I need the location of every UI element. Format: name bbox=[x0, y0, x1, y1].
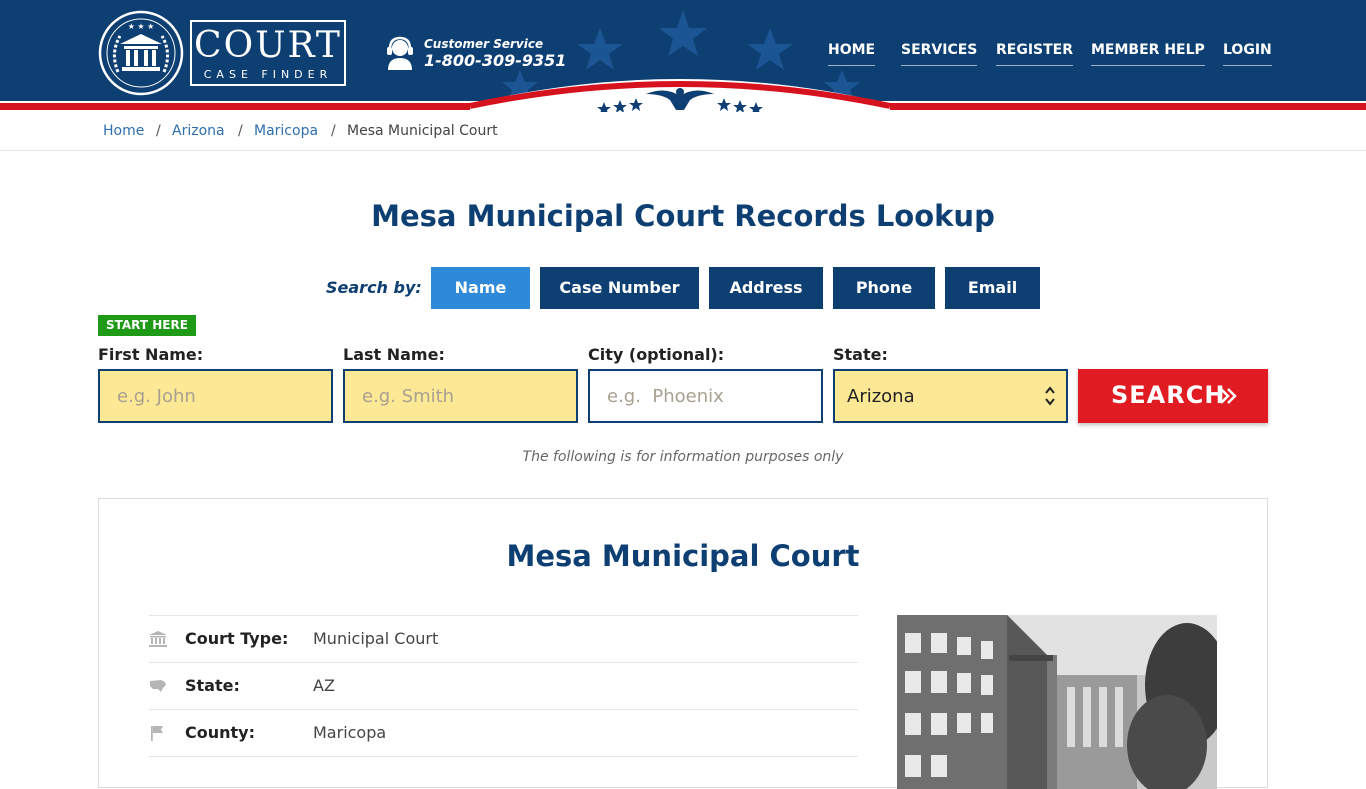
breadcrumb-maricopa[interactable]: Maricopa bbox=[254, 123, 318, 139]
first-name-input[interactable] bbox=[98, 369, 333, 423]
county-row: County: Maricopa bbox=[149, 709, 858, 756]
city-input[interactable] bbox=[588, 369, 823, 423]
logo-wordmark: COURT CASE FINDER bbox=[190, 20, 346, 86]
start-here-badge: START HERE bbox=[98, 315, 196, 336]
breadcrumb: Home / Arizona / Maricopa / Mesa Municip… bbox=[0, 112, 1366, 151]
court-info-card: Mesa Municipal Court Court Type: Municip… bbox=[98, 498, 1268, 789]
court-type-value: Municipal Court bbox=[313, 629, 439, 648]
select-arrows-icon bbox=[1045, 386, 1055, 406]
customer-service[interactable]: Customer Service 1-800-309-9351 bbox=[386, 36, 566, 72]
state-key: State: bbox=[185, 676, 240, 695]
court-building-photo bbox=[897, 615, 1217, 789]
nav-register[interactable]: REGISTER bbox=[996, 42, 1074, 66]
tab-address[interactable]: Address bbox=[709, 267, 823, 309]
court-type-row: Court Type: Municipal Court bbox=[149, 615, 858, 662]
nav-services[interactable]: SERVICES bbox=[901, 42, 978, 66]
county-key: County: bbox=[185, 723, 255, 742]
tab-name[interactable]: Name bbox=[431, 267, 530, 309]
tab-email[interactable]: Email bbox=[945, 267, 1040, 309]
breadcrumb-separator: / bbox=[331, 123, 336, 139]
double-chevron-right-icon bbox=[1220, 388, 1237, 404]
state-value: AZ bbox=[313, 676, 335, 695]
us-map-icon bbox=[150, 680, 166, 692]
last-name-input[interactable] bbox=[343, 369, 578, 423]
logo-subtitle-text: CASE FINDER bbox=[203, 68, 333, 81]
breadcrumb-home[interactable]: Home bbox=[103, 123, 144, 139]
tab-phone[interactable]: Phone bbox=[833, 267, 935, 309]
customer-service-label: Customer Service bbox=[424, 37, 544, 51]
page-title: Mesa Municipal Court Records Lookup bbox=[371, 199, 995, 233]
state-select-value: Arizona bbox=[847, 386, 915, 407]
logo-court-text: COURT bbox=[194, 25, 342, 66]
breadcrumb-separator: / bbox=[238, 123, 243, 139]
breadcrumb-separator: / bbox=[156, 123, 161, 139]
nav-home[interactable]: HOME bbox=[828, 42, 876, 66]
first-name-label: First Name: bbox=[98, 345, 204, 364]
state-label: State: bbox=[833, 345, 888, 364]
court-title: Mesa Municipal Court bbox=[506, 539, 860, 573]
courthouse-icon bbox=[149, 631, 167, 647]
breadcrumb-current: Mesa Municipal Court bbox=[347, 123, 498, 139]
tab-case-number[interactable]: Case Number bbox=[540, 267, 699, 309]
last-name-label: Last Name: bbox=[343, 345, 445, 364]
nav-member-help[interactable]: MEMBER HELP bbox=[1091, 42, 1205, 66]
city-label: City (optional): bbox=[588, 345, 725, 364]
site-header: ★ ★ ★ COURT CASE FINDER Customer Service… bbox=[0, 0, 1366, 112]
svg-text:★ ★ ★: ★ ★ ★ bbox=[128, 22, 155, 31]
county-value: Maricopa bbox=[313, 723, 387, 742]
courthouse-seal-icon: ★ ★ ★ bbox=[98, 10, 184, 96]
state-row: State: AZ bbox=[149, 662, 858, 709]
search-by-label: Search by: bbox=[326, 278, 422, 297]
state-select[interactable]: Arizona bbox=[833, 369, 1068, 423]
court-case-finder-logo[interactable]: ★ ★ ★ COURT CASE FINDER bbox=[98, 10, 348, 96]
search-button[interactable]: SEARCH bbox=[1078, 369, 1268, 423]
search-button-label: SEARCH bbox=[1111, 381, 1226, 409]
row-divider bbox=[149, 756, 858, 757]
info-note: The following is for information purpose… bbox=[522, 449, 844, 465]
flag-icon bbox=[151, 726, 163, 741]
breadcrumb-arizona[interactable]: Arizona bbox=[172, 123, 225, 139]
headset-icon bbox=[387, 36, 413, 70]
customer-service-phone[interactable]: 1-800-309-9351 bbox=[424, 51, 566, 70]
court-type-key: Court Type: bbox=[185, 629, 289, 648]
nav-login[interactable]: LOGIN bbox=[1223, 42, 1272, 66]
